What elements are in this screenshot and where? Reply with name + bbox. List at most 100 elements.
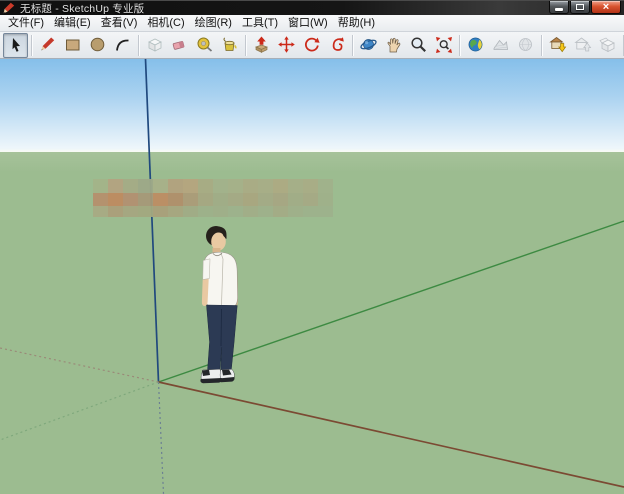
window-controls: × [549, 1, 621, 15]
get-models-icon[interactable] [545, 33, 570, 58]
toggle-terrain-icon[interactable] [488, 33, 513, 58]
mosaic-block [138, 193, 153, 206]
blue-axis [144, 59, 160, 383]
mosaic-block [108, 193, 123, 206]
mosaic-block [303, 206, 318, 217]
person-pants [206, 304, 238, 370]
menu-view[interactable]: 查看(V) [96, 15, 143, 31]
rotate-icon[interactable] [299, 33, 324, 58]
maximize-icon [576, 4, 584, 10]
mosaic-block [303, 179, 318, 193]
menu-camera[interactable]: 相机(C) [142, 15, 189, 31]
minimize-button[interactable] [549, 1, 569, 14]
mosaic-block [258, 193, 273, 206]
mosaic-block [258, 179, 273, 193]
mosaic-block [213, 179, 228, 193]
menu-tools[interactable]: 工具(T) [237, 15, 283, 31]
select-icon[interactable] [3, 32, 28, 58]
mosaic-block [93, 179, 108, 193]
mosaic-block [153, 193, 168, 206]
mosaic-block [153, 206, 168, 217]
sketchup-window: 无标题 - SketchUp 专业版 × 文件(F) 编辑(E) 查看(V) 相… [0, 0, 624, 494]
menu-bar: 文件(F) 编辑(E) 查看(V) 相机(C) 绘图(R) 工具(T) 窗口(W… [0, 15, 624, 32]
red-axis [158, 381, 624, 488]
drawing-viewport[interactable] [0, 59, 624, 494]
toolbar [0, 32, 624, 59]
circle-icon[interactable] [85, 33, 110, 58]
mosaic-block [258, 206, 273, 217]
mosaic-block [213, 206, 228, 217]
menu-window[interactable]: 窗口(W) [283, 15, 333, 31]
make-component-icon[interactable] [142, 33, 167, 58]
mosaic-block [183, 179, 198, 193]
push-pull-icon[interactable] [249, 33, 274, 58]
app-pencil-icon [3, 2, 15, 14]
close-button[interactable]: × [591, 1, 621, 14]
mosaic-block [168, 206, 183, 217]
model-scene [0, 59, 624, 494]
menu-help[interactable]: 帮助(H) [333, 15, 380, 31]
mosaic-block [123, 206, 138, 217]
zoom-icon[interactable] [406, 33, 431, 58]
add-location-icon[interactable] [463, 33, 488, 58]
mosaic-block [273, 193, 288, 206]
mosaic-block [198, 179, 213, 193]
mosaic-block [288, 206, 303, 217]
mosaic-block [183, 206, 198, 217]
censored-watermark [93, 179, 333, 217]
orbit-icon[interactable] [356, 33, 381, 58]
mosaic-block [108, 179, 123, 193]
share-model-icon[interactable] [570, 33, 595, 58]
toolbar-separator [541, 34, 542, 56]
pan-icon[interactable] [381, 33, 406, 58]
mosaic-block [243, 179, 258, 193]
mosaic-block [288, 193, 303, 206]
zoom-extents-icon[interactable] [431, 33, 456, 58]
mosaic-block [318, 179, 333, 193]
mosaic-block [183, 193, 198, 206]
mosaic-block [123, 193, 138, 206]
toolbar-separator [352, 34, 353, 56]
arc-icon[interactable] [110, 33, 135, 58]
mosaic-block [243, 206, 258, 217]
tape-measure-icon[interactable] [192, 33, 217, 58]
mosaic-block [288, 179, 303, 193]
menu-file[interactable]: 文件(F) [3, 15, 49, 31]
mosaic-block [243, 193, 258, 206]
menu-edit[interactable]: 编辑(E) [49, 15, 96, 31]
mosaic-block [168, 179, 183, 193]
photo-textures-icon[interactable] [513, 33, 538, 58]
mosaic-block [123, 179, 138, 193]
toolbar-separator [31, 34, 32, 56]
mosaic-block [228, 193, 243, 206]
line-pencil-icon[interactable] [35, 33, 60, 58]
green-axis-negative [0, 381, 159, 441]
blue-axis-negative [157, 381, 165, 494]
share-component-icon[interactable] [595, 33, 620, 58]
mosaic-block [138, 206, 153, 217]
move-icon[interactable] [274, 33, 299, 58]
mosaic-block [273, 206, 288, 217]
maximize-button[interactable] [570, 1, 590, 14]
mosaic-block [228, 179, 243, 193]
toolbar-separator [245, 34, 246, 56]
toolbar-separator [138, 34, 139, 56]
minimize-icon [555, 7, 563, 11]
follow-me-icon[interactable] [324, 33, 349, 58]
menu-draw[interactable]: 绘图(R) [190, 15, 237, 31]
paint-bucket-icon[interactable] [217, 33, 242, 58]
mosaic-block [198, 206, 213, 217]
person-figure[interactable] [200, 226, 238, 384]
mosaic-block [318, 193, 333, 206]
eraser-icon[interactable] [167, 33, 192, 58]
mosaic-block [213, 193, 228, 206]
close-icon: × [602, 0, 610, 13]
rectangle-icon[interactable] [60, 33, 85, 58]
mosaic-block [273, 179, 288, 193]
mosaic-block [198, 193, 213, 206]
mosaic-block [303, 193, 318, 206]
mosaic-block [228, 206, 243, 217]
toolbar-separator [459, 34, 460, 56]
window-title: 无标题 - SketchUp 专业版 [20, 2, 145, 15]
mosaic-block [108, 206, 123, 217]
